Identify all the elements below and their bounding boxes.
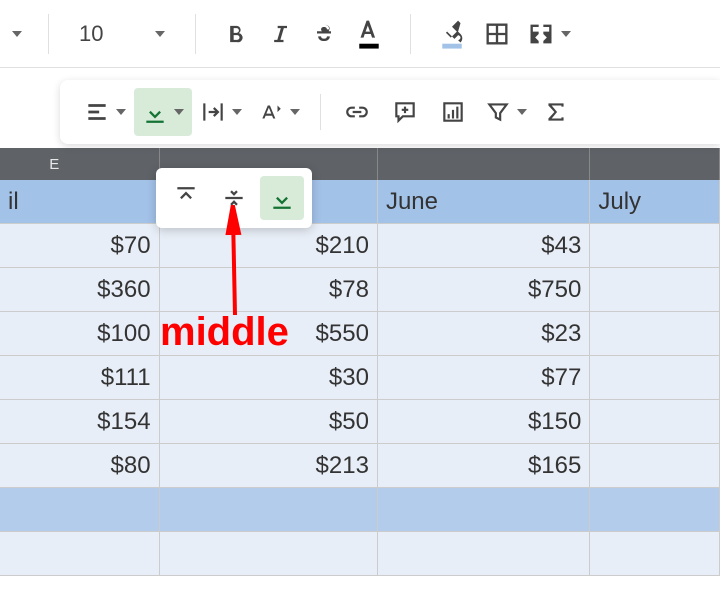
cell[interactable]: $30 bbox=[160, 356, 378, 400]
font-size-selector[interactable]: 10 bbox=[67, 12, 177, 56]
valign-middle-option[interactable] bbox=[212, 176, 256, 220]
cell[interactable]: $150 bbox=[378, 400, 590, 444]
vertical-align-button[interactable] bbox=[134, 88, 192, 136]
header-cell[interactable]: July bbox=[590, 180, 720, 224]
vertical-align-bottom-icon bbox=[142, 99, 168, 125]
table-row: $154 $50 $150 bbox=[0, 400, 720, 444]
header-cell[interactable]: June bbox=[378, 180, 590, 224]
cell[interactable] bbox=[590, 532, 720, 576]
column-header[interactable] bbox=[378, 148, 590, 180]
insert-chart-button[interactable] bbox=[429, 88, 477, 136]
cell[interactable] bbox=[590, 488, 720, 532]
chart-icon bbox=[440, 99, 466, 125]
strikethrough-icon bbox=[310, 20, 338, 48]
header-cell[interactable]: il bbox=[0, 180, 160, 224]
merge-icon bbox=[527, 20, 555, 48]
cell[interactable]: $165 bbox=[378, 444, 590, 488]
fill-color-button[interactable] bbox=[429, 12, 475, 56]
link-icon bbox=[344, 99, 370, 125]
cell[interactable]: $50 bbox=[160, 400, 378, 444]
cell[interactable] bbox=[590, 356, 720, 400]
table-row: $111 $30 $77 bbox=[0, 356, 720, 400]
toolbar-dropdown-1[interactable] bbox=[0, 12, 30, 56]
horizontal-align-button[interactable] bbox=[76, 88, 134, 136]
cell[interactable] bbox=[160, 532, 378, 576]
cell[interactable] bbox=[590, 444, 720, 488]
column-headers: E bbox=[0, 148, 720, 180]
align-left-icon bbox=[84, 99, 110, 125]
toolbar-separator bbox=[48, 14, 49, 54]
cell[interactable] bbox=[0, 532, 160, 576]
cell[interactable] bbox=[378, 532, 590, 576]
insert-link-button[interactable] bbox=[333, 88, 381, 136]
cell[interactable] bbox=[590, 400, 720, 444]
cell[interactable]: $154 bbox=[0, 400, 160, 444]
bold-button[interactable] bbox=[214, 12, 258, 56]
cell[interactable]: $111 bbox=[0, 356, 160, 400]
text-wrap-icon bbox=[200, 99, 226, 125]
bold-icon bbox=[222, 20, 250, 48]
toolbar-separator bbox=[320, 94, 321, 130]
toolbar-separator bbox=[195, 14, 196, 54]
valign-bottom-icon bbox=[269, 185, 295, 211]
cell[interactable] bbox=[590, 268, 720, 312]
cell[interactable]: $360 bbox=[0, 268, 160, 312]
cell[interactable] bbox=[590, 224, 720, 268]
column-header[interactable]: E bbox=[0, 148, 160, 180]
fill-color-icon bbox=[437, 17, 467, 51]
cell[interactable]: $550 bbox=[160, 312, 378, 356]
borders-button[interactable] bbox=[475, 12, 519, 56]
valign-middle-icon bbox=[221, 185, 247, 211]
italic-icon bbox=[266, 20, 294, 48]
toolbar-separator bbox=[410, 14, 411, 54]
functions-button[interactable] bbox=[535, 88, 577, 136]
filter-button[interactable] bbox=[477, 88, 535, 136]
spreadsheet-grid: E il June July $70 $210 $43 $360 $78 $75… bbox=[0, 148, 720, 576]
valign-top-icon bbox=[173, 185, 199, 211]
text-rotation-button[interactable] bbox=[250, 88, 308, 136]
toolbar-formatting: 10 bbox=[0, 0, 720, 68]
table-row: $100 $550 $23 bbox=[0, 312, 720, 356]
table-row: $80 $213 $165 bbox=[0, 444, 720, 488]
column-header[interactable] bbox=[590, 148, 720, 180]
cell[interactable] bbox=[590, 312, 720, 356]
cell[interactable]: $23 bbox=[378, 312, 590, 356]
text-rotation-icon bbox=[258, 99, 284, 125]
cell[interactable] bbox=[0, 488, 160, 532]
strikethrough-button[interactable] bbox=[302, 12, 346, 56]
cell[interactable]: $70 bbox=[0, 224, 160, 268]
table-row: $360 $78 $750 bbox=[0, 268, 720, 312]
cell[interactable]: $213 bbox=[160, 444, 378, 488]
cell[interactable]: $210 bbox=[160, 224, 378, 268]
merge-cells-button[interactable] bbox=[519, 12, 579, 56]
borders-icon bbox=[483, 20, 511, 48]
text-wrap-button[interactable] bbox=[192, 88, 250, 136]
valign-bottom-option[interactable] bbox=[260, 176, 304, 220]
text-color-button[interactable] bbox=[346, 12, 392, 56]
cell[interactable]: $43 bbox=[378, 224, 590, 268]
table-header-row: il June July bbox=[0, 180, 720, 224]
cell[interactable]: $77 bbox=[378, 356, 590, 400]
comment-icon bbox=[392, 99, 418, 125]
italic-button[interactable] bbox=[258, 12, 302, 56]
toolbar-alignment bbox=[60, 80, 720, 144]
valign-top-option[interactable] bbox=[164, 176, 208, 220]
cell[interactable]: $78 bbox=[160, 268, 378, 312]
table-row: $70 $210 $43 bbox=[0, 224, 720, 268]
sigma-icon bbox=[543, 99, 569, 125]
insert-comment-button[interactable] bbox=[381, 88, 429, 136]
table-row bbox=[0, 532, 720, 576]
cell[interactable] bbox=[160, 488, 378, 532]
cell[interactable]: $100 bbox=[0, 312, 160, 356]
text-color-icon bbox=[354, 17, 384, 51]
table-row bbox=[0, 488, 720, 532]
cell[interactable] bbox=[378, 488, 590, 532]
cell[interactable]: $80 bbox=[0, 444, 160, 488]
filter-icon bbox=[485, 99, 511, 125]
cell[interactable]: $750 bbox=[378, 268, 590, 312]
vertical-align-popup bbox=[156, 168, 312, 228]
font-size-value: 10 bbox=[79, 21, 103, 47]
